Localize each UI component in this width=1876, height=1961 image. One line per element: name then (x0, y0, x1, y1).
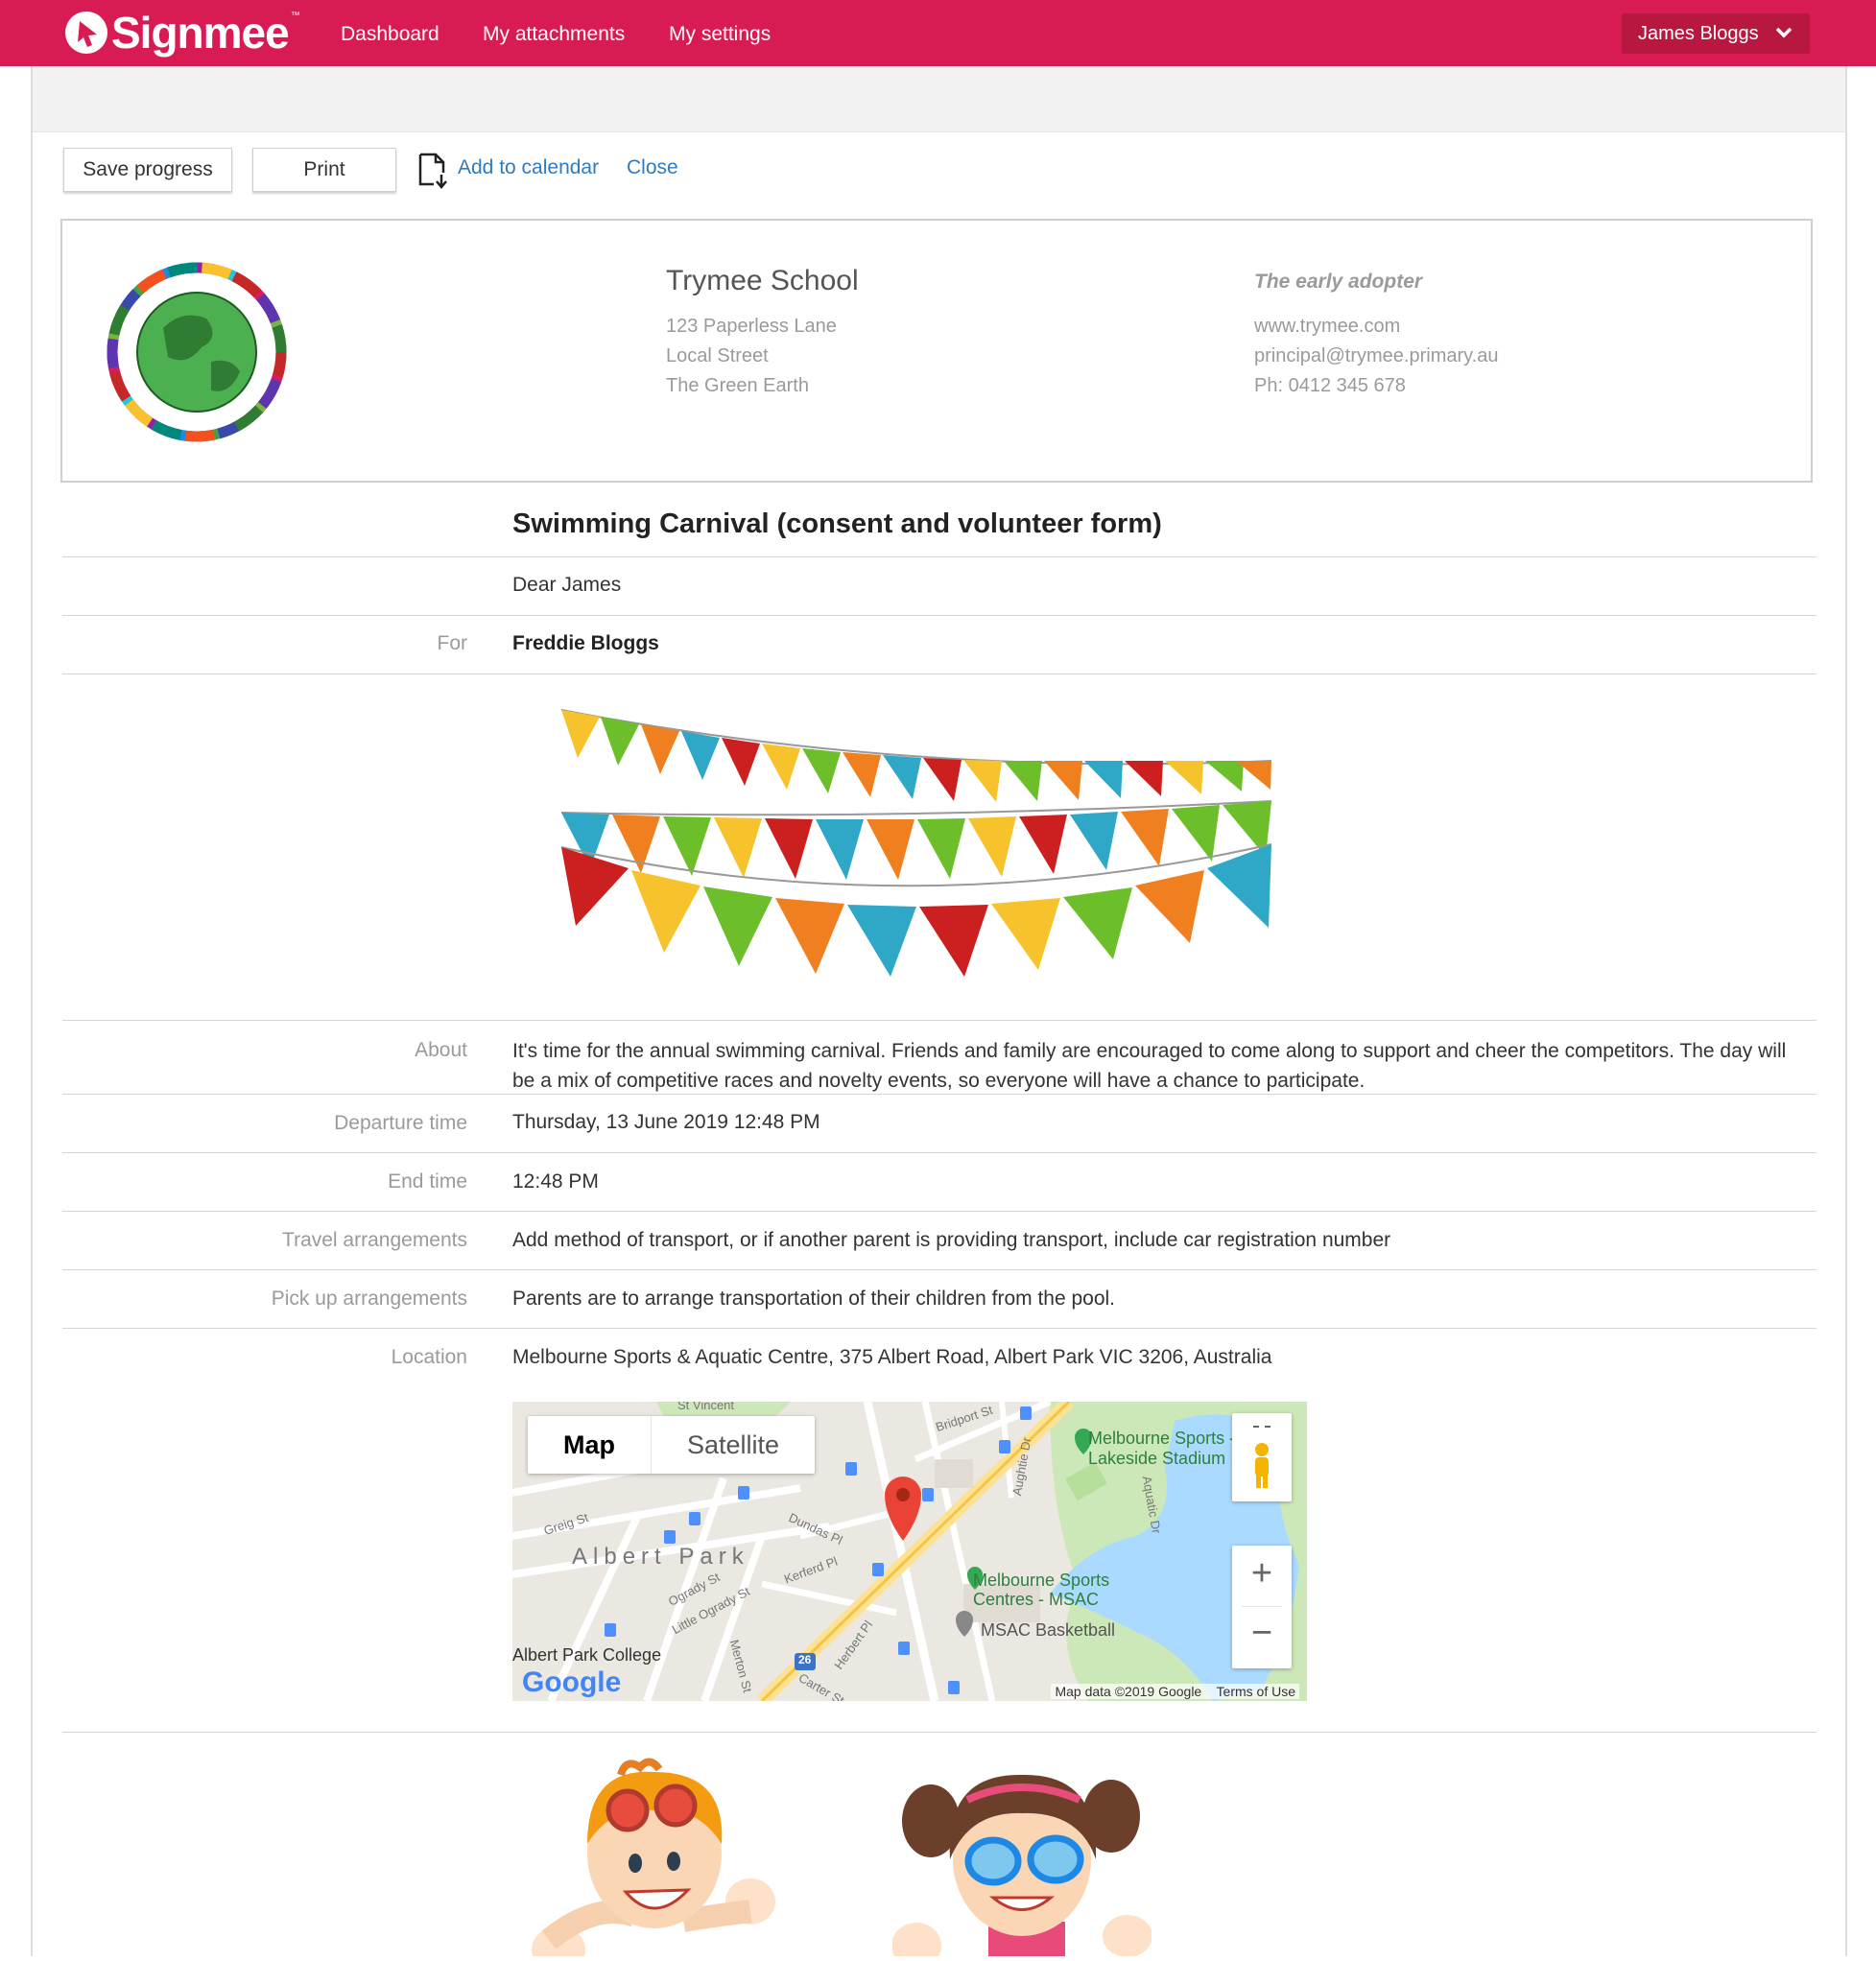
print-button[interactable]: Print (252, 148, 396, 192)
top-navigation-bar: Signmee ™ Dashboard My attachments My se… (0, 0, 1876, 66)
satellite-view-tab[interactable]: Satellite (651, 1416, 815, 1474)
divider (62, 556, 1817, 557)
map-place-college[interactable]: Albert Park College (512, 1645, 661, 1666)
page-border-left (31, 66, 33, 1956)
divider (62, 1211, 1817, 1212)
add-to-calendar-link[interactable]: Add to calendar (458, 156, 599, 179)
school-header-card (60, 219, 1813, 483)
school-tagline: The early adopter (1254, 271, 1423, 293)
nav-my-settings[interactable]: My settings (669, 23, 771, 46)
divider (62, 1094, 1817, 1095)
nav-dashboard[interactable]: Dashboard (341, 23, 439, 46)
pickup-arrangements-label: Pick up arrangements (271, 1288, 467, 1310)
zoom-in-button[interactable]: + (1232, 1553, 1292, 1595)
brand-name: Signmee (111, 8, 290, 58)
departure-time-label: Departure time (334, 1112, 467, 1134)
student-name: Freddie Bloggs (512, 632, 659, 654)
about-text: It's time for the annual swimming carniv… (512, 1040, 1787, 1092)
school-name: Trymee School (666, 265, 859, 296)
school-website: www.trymee.com (1254, 316, 1401, 337)
school-address-line: Local Street (666, 345, 769, 366)
route-26-badge: 26 (798, 1653, 812, 1666)
street-view-pegman-icon[interactable] (1232, 1413, 1292, 1501)
save-progress-button[interactable]: Save progress (63, 148, 232, 192)
location-label: Location (391, 1346, 467, 1368)
map-view-tab[interactable]: Map (528, 1416, 651, 1474)
map-place-msac-basketball[interactable]: MSAC Basketball (981, 1620, 1115, 1641)
map-place-msac[interactable]: Melbourne Sports Centres - MSAC (973, 1571, 1155, 1609)
zoom-divider (1242, 1606, 1282, 1607)
for-label: For (437, 632, 468, 654)
page-header-strip (33, 66, 1845, 132)
school-logo (96, 251, 297, 458)
signmee-logo[interactable]: Signmee ™ (65, 8, 300, 58)
user-menu[interactable]: James Bloggs (1622, 13, 1810, 54)
end-time-value: 12:48 PM (512, 1170, 599, 1193)
map-type-toggle[interactable]: Map Satellite (528, 1416, 816, 1474)
signmee-logo-icon (65, 12, 107, 54)
zoom-out-button[interactable]: − (1232, 1613, 1292, 1654)
end-time-label: End time (388, 1170, 467, 1193)
boy-swimmer-illustration (530, 1758, 779, 1961)
departure-time-value: Thursday, 13 June 2019 12:48 PM (512, 1111, 820, 1133)
school-email: principal@trymee.primary.au (1254, 345, 1499, 366)
map-suburb-label: Albert Park (572, 1544, 749, 1570)
page-border-right (1845, 66, 1847, 1956)
school-address-line: The Green Earth (666, 375, 809, 396)
form-title: Swimming Carnival (consent and volunteer… (512, 508, 1162, 539)
map-street-label: St Vincent (677, 1402, 735, 1412)
pickup-arrangements-value: Parents are to arrange transportation of… (512, 1288, 1116, 1310)
nav-my-attachments[interactable]: My attachments (483, 23, 625, 46)
user-name: James Bloggs (1638, 23, 1759, 44)
girl-swimmer-illustration (891, 1754, 1152, 1961)
bunting-image (557, 705, 1276, 998)
greeting: Dear James (512, 574, 622, 596)
location-value: Melbourne Sports & Aquatic Centre, 375 A… (512, 1346, 1272, 1368)
zoom-controls: + − (1232, 1546, 1292, 1668)
travel-arrangements-value: Add method of transport, or if another p… (512, 1229, 1391, 1251)
divider (62, 1732, 1817, 1733)
travel-arrangements-label: Travel arrangements (282, 1229, 467, 1251)
school-phone: Ph: 0412 345 678 (1254, 375, 1406, 396)
close-link[interactable]: Close (627, 156, 678, 179)
map-attribution: Map data ©2019 Google Terms of Use (1051, 1684, 1299, 1699)
divider (62, 615, 1817, 616)
calendar-export-icon[interactable] (416, 152, 451, 195)
divider (62, 1328, 1817, 1329)
divider (62, 673, 1817, 674)
terms-of-use-link[interactable]: Terms of Use (1217, 1684, 1295, 1699)
divider (62, 1152, 1817, 1153)
about-label: About (415, 1039, 467, 1061)
map-data-credit: Map data ©2019 Google (1055, 1684, 1202, 1699)
location-map[interactable]: Map Satellite Melbourne Sports - Lakesid… (512, 1402, 1307, 1701)
divider (62, 1269, 1817, 1270)
trademark: ™ (290, 10, 300, 21)
school-address-line: 123 Paperless Lane (666, 316, 837, 337)
google-logo: Google (522, 1666, 622, 1698)
chevron-down-icon (1775, 24, 1793, 47)
divider (62, 1020, 1817, 1021)
